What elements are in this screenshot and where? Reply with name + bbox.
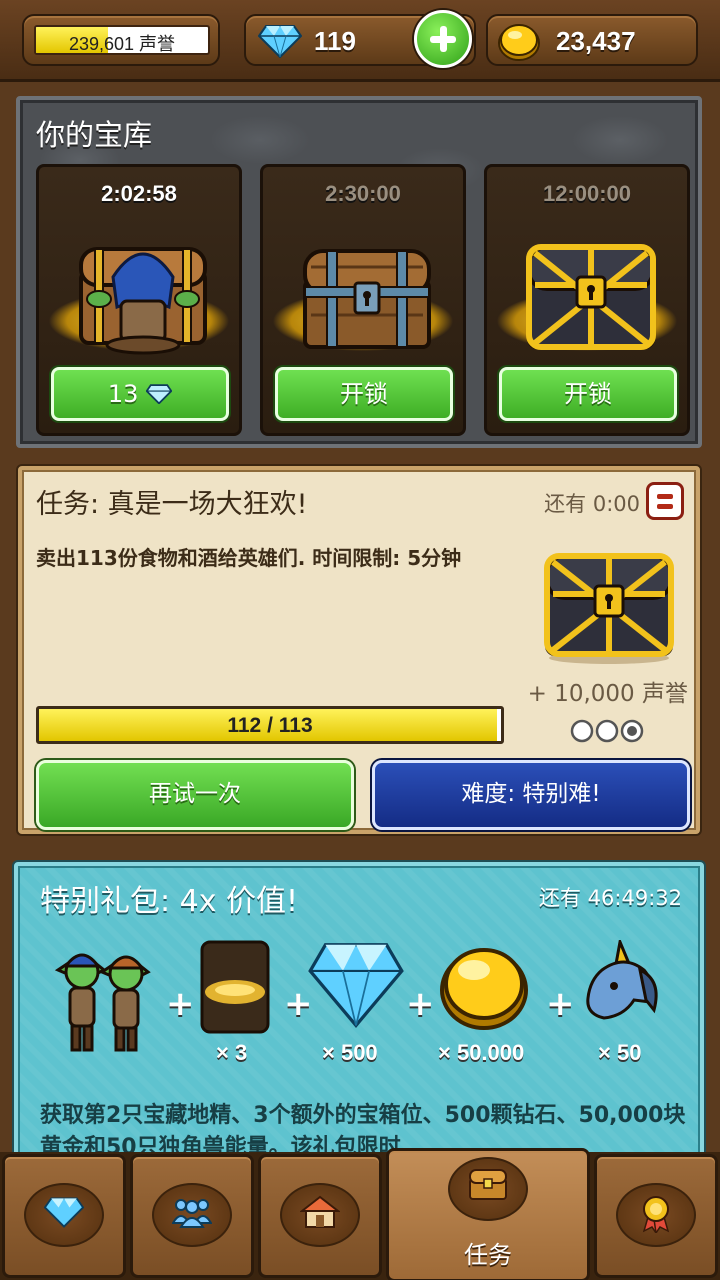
gold-count: 23,437 xyxy=(556,26,636,56)
nav-tab-heroes[interactable] xyxy=(130,1154,254,1278)
plus-icon: + xyxy=(406,984,435,1024)
diamond-icon xyxy=(308,943,404,1028)
bottom-navigation: 任务 xyxy=(0,1148,720,1280)
unicorn-icon xyxy=(586,940,658,1020)
offer-item-qty: × 3 xyxy=(216,1040,248,1065)
nav-tab-buildings[interactable] xyxy=(258,1154,382,1278)
medal-icon xyxy=(642,1196,670,1233)
diamond-icon xyxy=(145,384,173,405)
plus-icon: + xyxy=(546,984,575,1024)
nav-tab-label: 任务 xyxy=(464,1241,512,1269)
chest-slot-3[interactable]: 12:00:00 开锁 xyxy=(484,164,690,436)
golden-chest-icon xyxy=(544,553,674,664)
difficulty-button[interactable]: 难度: 特别难! xyxy=(372,760,690,830)
difficulty-stars xyxy=(570,719,644,743)
difficulty-star xyxy=(595,719,619,743)
building-icon xyxy=(300,1195,340,1228)
quest-reward: + 10,000 声誉 xyxy=(527,681,688,707)
quest-progress-text: 112 / 113 xyxy=(227,714,313,737)
chest-slot-1[interactable]: 2:02:58 13 xyxy=(36,164,242,436)
goblin-pair-icon xyxy=(54,953,151,1052)
reputation-meter[interactable]: 239,601 声誉 xyxy=(22,14,220,66)
gold-coin-icon xyxy=(498,24,540,61)
unlock-button[interactable]: 开锁 xyxy=(499,367,677,421)
buy-gems-plus-icon[interactable] xyxy=(414,10,472,68)
golden-chest-icon xyxy=(526,244,656,350)
gold-counter[interactable]: 23,437 xyxy=(486,14,698,66)
reputation-value: 239,601 xyxy=(68,34,135,54)
offer-title: 特别礼包: 4x 价值! xyxy=(40,884,299,919)
vault-title: 你的宝库 xyxy=(36,118,153,152)
retry-button[interactable]: 再试一次 xyxy=(36,760,354,830)
chest-timer: 12:00:00 xyxy=(542,181,632,206)
offer-timer: 还有 46:49:32 xyxy=(539,886,682,910)
chest-icon xyxy=(469,1169,507,1200)
diamond-icon xyxy=(258,25,302,58)
nav-tab-quests[interactable]: 任务 xyxy=(386,1148,590,1280)
chest-slot-2[interactable]: 2:30:00 开锁 xyxy=(260,164,466,436)
resource-bar: 239,601 声誉 119 23,437 xyxy=(0,0,720,82)
unlock-button[interactable]: 开锁 xyxy=(275,367,453,421)
chest-timer: 2:02:58 xyxy=(101,181,177,206)
difficulty-star xyxy=(570,719,594,743)
offer-item-qty: × 50 xyxy=(598,1040,642,1065)
offer-item-qty: × 50.000 xyxy=(438,1040,525,1065)
quest-title: 任务: 真是一场大狂欢! xyxy=(36,489,308,520)
quest-description: 卖出113份食物和酒给英雄们. 时间限制: 5分钟 xyxy=(36,546,462,570)
quest-timer: 还有 0:00 xyxy=(544,492,640,516)
gold-coin-icon xyxy=(440,948,528,1030)
gem-count: 119 xyxy=(314,26,356,56)
quest-panel: 任务: 真是一场大狂欢! 还有 0:00 卖出113份食物和酒给英雄们. 时间限… xyxy=(18,466,700,834)
plus-icon: + xyxy=(166,984,195,1024)
collapse-icon[interactable] xyxy=(646,482,684,520)
wooden-chest-with-goblin-icon xyxy=(79,247,207,355)
nav-tab-shop[interactable] xyxy=(2,1154,126,1278)
speed-up-cost: 13 xyxy=(107,380,139,408)
vault-panel: 你的宝库 2:02:58 13 2:30:00 开锁 12:00:00 开锁 xyxy=(16,96,702,448)
offer-item-qty: × 500 xyxy=(322,1040,378,1065)
treasure-slot-card-icon xyxy=(200,940,270,1034)
diamond-icon xyxy=(44,1197,84,1228)
people-icon xyxy=(172,1199,212,1228)
quest-progress-bar: 112 / 113 xyxy=(36,706,504,744)
reputation-label: 声誉 xyxy=(139,34,176,54)
iron-chest-icon xyxy=(303,249,431,349)
special-offer-panel[interactable]: 特别礼包: 4x 价值! 还有 46:49:32 + × 3 + × 500 +… xyxy=(14,862,704,1162)
speed-up-button[interactable]: 13 xyxy=(51,367,229,421)
reputation-bar: 239,601 声誉 xyxy=(34,25,210,55)
nav-tab-achievements[interactable] xyxy=(594,1154,718,1278)
reputation-text: 239,601 声誉 xyxy=(36,30,208,54)
difficulty-star-filled xyxy=(627,726,637,736)
chest-timer: 2:30:00 xyxy=(325,181,401,206)
